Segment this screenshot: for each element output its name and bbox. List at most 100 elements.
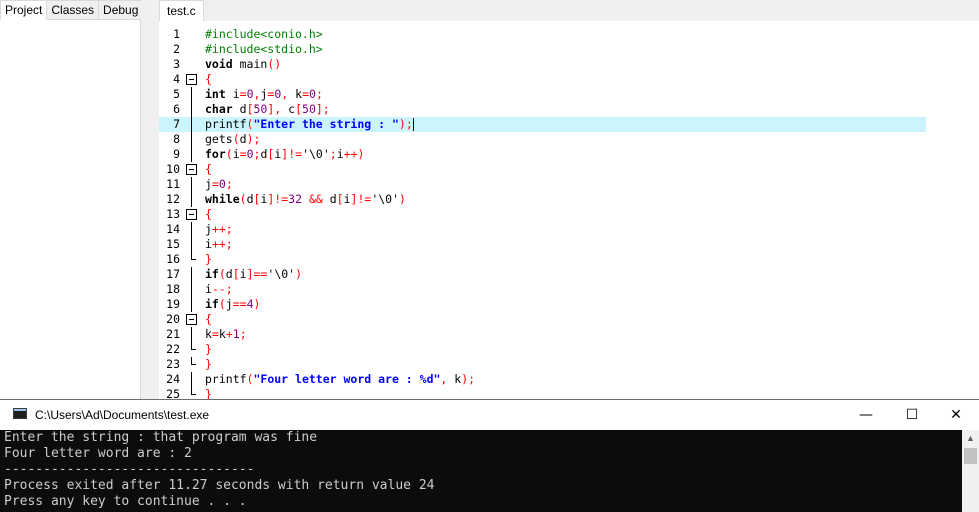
code-text: { (205, 207, 212, 222)
code-token: == (232, 297, 247, 311)
code-line[interactable]: 20 { (159, 312, 926, 327)
minimize-button[interactable]: — (843, 400, 889, 430)
code-line[interactable]: 3 void main() (159, 57, 926, 72)
code-token: #include<conio.h> (205, 27, 323, 41)
code-text: k=k+1; (205, 327, 247, 342)
scroll-thumb[interactable] (964, 448, 977, 464)
fold-line-icon (186, 102, 197, 117)
fold-toggle-icon[interactable] (186, 207, 197, 222)
code-line[interactable]: 12 while(d[i]!=32 && d[i]!='\0') (159, 192, 926, 207)
code-text: j=0; (205, 177, 233, 192)
console-titlebar[interactable]: C:\Users\Ad\Documents\test.exe — ☐ ✕ (0, 400, 979, 430)
code-line[interactable]: 4{ (159, 72, 926, 87)
code-line[interactable]: 21 k=k+1; (159, 327, 926, 342)
fold-line-icon (186, 237, 197, 252)
fold-line-icon (186, 192, 197, 207)
code-token: = (211, 327, 219, 341)
console-output[interactable]: Enter the string : that program was fine… (0, 430, 962, 512)
code-token: } (205, 357, 212, 371)
code-token: ( (218, 267, 226, 281)
code-line[interactable]: 5 int i=0,j=0, k=0; (159, 87, 926, 102)
fold-line-icon (186, 177, 197, 192)
code-token: k (447, 372, 462, 386)
code-token: ]!= (267, 192, 289, 206)
code-line[interactable]: 14 j++; (159, 222, 926, 237)
console-scrollbar[interactable]: ▲ (962, 430, 979, 512)
code-token: } (205, 252, 212, 266)
code-token: ], (267, 102, 282, 116)
code-token: '\0' (302, 147, 330, 161)
code-token: [ (246, 102, 254, 116)
fold-line-icon (186, 147, 197, 162)
code-token: '\0' (267, 267, 296, 281)
file-tab-test-c[interactable]: test.c (159, 0, 204, 21)
code-token: i (225, 87, 240, 101)
code-line[interactable]: 1 #include<conio.h> (159, 27, 926, 42)
code-line[interactable]: 8 gets(d); (159, 132, 926, 147)
line-number: 14 (166, 222, 180, 236)
code-token: () (267, 57, 282, 71)
code-line[interactable]: 7 printf("Enter the string : "); (159, 117, 926, 132)
code-line[interactable]: 13 { (159, 207, 926, 222)
code-line[interactable]: 16} (159, 252, 926, 267)
code-line[interactable]: 23} (159, 357, 926, 372)
code-line[interactable]: 9 for(i=0;d[i]!='\0';i++) (159, 147, 926, 162)
code-text: i++; (205, 237, 233, 252)
code-line[interactable]: 19 if(j==4) (159, 297, 926, 312)
line-number: 7 (173, 117, 180, 131)
tab-debug[interactable]: Debug (99, 0, 144, 20)
code-token: 1 (232, 327, 240, 341)
maximize-button[interactable]: ☐ (889, 400, 935, 430)
code-token: if (205, 297, 219, 311)
fold-line-icon (186, 327, 197, 342)
code-line[interactable]: 15 i++; (159, 237, 926, 252)
code-line[interactable]: 6 char d[50], c[50]; (159, 102, 926, 117)
code-token: k (205, 327, 212, 341)
code-token: 50 (302, 102, 316, 116)
code-text: j++; (205, 222, 233, 237)
tab-project[interactable]: Project (0, 0, 48, 20)
code-token: void (205, 57, 233, 71)
code-token: '\0' (371, 192, 400, 206)
code-token: { (205, 162, 212, 176)
code-text: char d[50], c[50]; (205, 102, 330, 117)
code-line[interactable]: 11 j=0; (159, 177, 926, 192)
code-text: if(d[i]=='\0') (205, 267, 302, 282)
fold-toggle-icon[interactable] (186, 72, 197, 87)
code-line[interactable]: 18 i--; (159, 282, 926, 297)
code-line[interactable]: 10 { (159, 162, 926, 177)
code-token: = (302, 87, 309, 101)
code-token: j (225, 297, 233, 311)
fold-line-icon (186, 222, 197, 237)
panel-splitter[interactable] (141, 0, 159, 400)
code-line[interactable]: 24 printf("Four letter word are : %d", k)… (159, 372, 926, 387)
code-token: j (205, 177, 212, 191)
code-token: 50 (253, 102, 268, 116)
code-token: i (205, 237, 212, 251)
code-token: ) (295, 267, 303, 281)
tab-classes[interactable]: Classes (47, 0, 100, 20)
line-number: 21 (166, 327, 180, 341)
editor-blank-area (926, 21, 979, 400)
fold-end-icon (186, 252, 197, 267)
fold-line-icon (186, 372, 197, 387)
code-token: 0 (218, 177, 226, 191)
code-token: int (205, 87, 226, 101)
close-button[interactable]: ✕ (933, 400, 979, 430)
code-token: gets (205, 132, 233, 146)
line-number: 16 (166, 252, 180, 266)
code-area[interactable]: 1 #include<conio.h> 2 #include<stdio.h> 3 voi… (159, 21, 926, 401)
code-line[interactable]: 22} (159, 342, 926, 357)
fold-toggle-icon[interactable] (186, 162, 197, 177)
code-token: --; (211, 282, 233, 296)
fold-line-icon (186, 87, 197, 102)
code-token: #include<stdio.h> (205, 42, 323, 56)
fold-toggle-icon[interactable] (186, 312, 197, 327)
code-line[interactable]: 17 if(d[i]=='\0') (159, 267, 926, 282)
code-token: 0 (246, 147, 254, 161)
code-token: + (225, 327, 233, 341)
scroll-up-icon[interactable]: ▲ (962, 430, 979, 447)
code-token: ; (315, 87, 323, 101)
code-text: { (205, 72, 212, 87)
code-line[interactable]: 2 #include<stdio.h> (159, 42, 926, 57)
